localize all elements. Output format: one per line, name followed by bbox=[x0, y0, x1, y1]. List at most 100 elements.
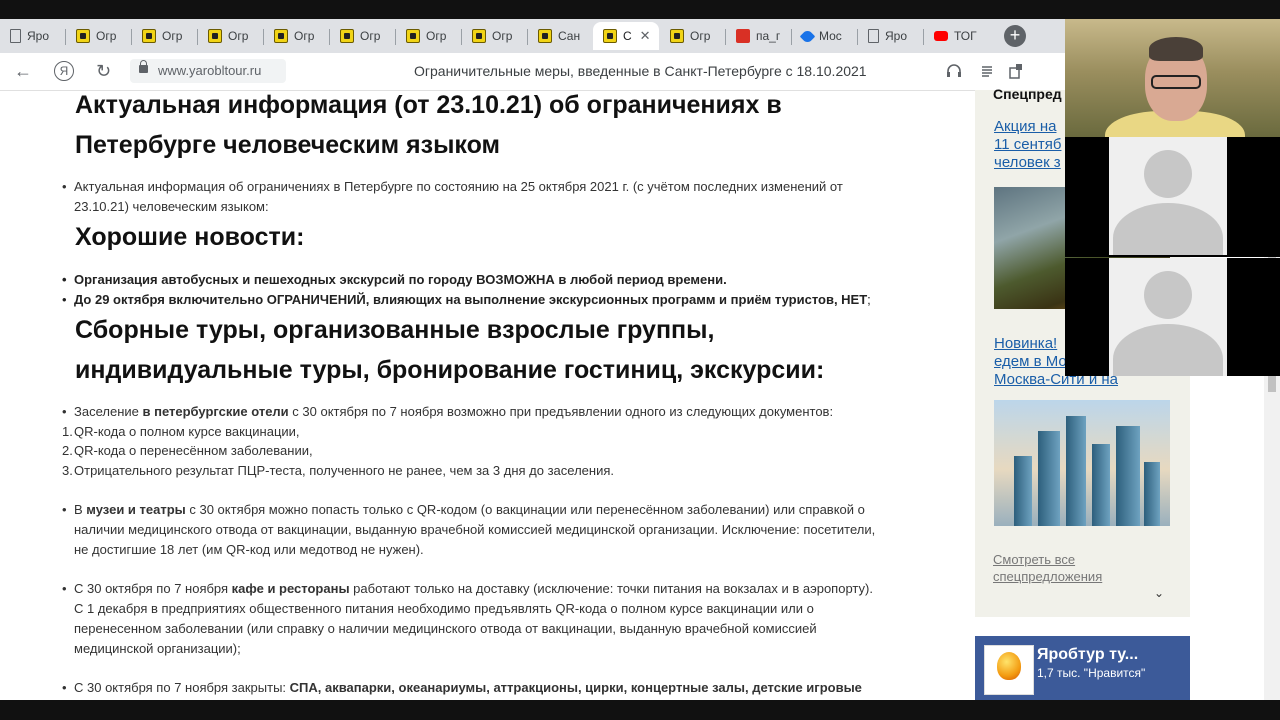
tab-label: Яро bbox=[27, 29, 50, 43]
browser-tab[interactable]: Огр bbox=[66, 22, 132, 50]
tab-label: Огр bbox=[690, 29, 711, 43]
text: Смотреть все bbox=[993, 552, 1076, 567]
participant-placeholder bbox=[1109, 258, 1227, 376]
browser-tab[interactable]: Яро bbox=[858, 22, 924, 50]
tab-label: Сан bbox=[558, 29, 581, 43]
tower-shape bbox=[1066, 416, 1086, 526]
tower-shape bbox=[1014, 456, 1032, 526]
text: спецпредложения bbox=[993, 569, 1103, 584]
bullet: • bbox=[62, 272, 67, 287]
yandex-icon[interactable]: Я bbox=[54, 61, 74, 81]
pin-icon bbox=[799, 28, 816, 44]
youtube-icon bbox=[934, 31, 948, 41]
text-line: 23.10.21) человеческим языком: bbox=[74, 199, 269, 214]
bullet: • bbox=[62, 292, 67, 307]
bold-text: в петербургские отели bbox=[142, 404, 289, 419]
browser-tab[interactable]: Мос bbox=[792, 22, 858, 50]
text: QR-кода о перенесённом заболевании, bbox=[74, 443, 313, 458]
browser-tab[interactable]: Сан bbox=[528, 22, 592, 50]
text: с 30 октября можно попасть только с QR-к… bbox=[185, 502, 865, 517]
browser-tab[interactable]: Огр bbox=[330, 22, 396, 50]
yarobltour-icon bbox=[538, 29, 552, 43]
browser-tab[interactable]: Огр bbox=[198, 22, 264, 50]
text: С 30 октября по 7 ноября закрыты: bbox=[74, 680, 290, 695]
tab-label: С bbox=[623, 29, 632, 43]
cafes-text: С 30 октября по 7 ноября кафе и ресторан… bbox=[74, 579, 944, 659]
offer-image-moscow-city[interactable] bbox=[994, 400, 1170, 526]
text: наличии медицинского отвода от вакцинаци… bbox=[74, 522, 876, 537]
fb-page-name: Яробтур ту... bbox=[1037, 646, 1139, 663]
text: С 1 декабря в предприятиях общественного… bbox=[74, 601, 814, 616]
sidebar-title: Спецпред bbox=[993, 86, 1062, 102]
browser-tab[interactable]: Огр bbox=[660, 22, 726, 50]
extensions-icon[interactable] bbox=[1008, 62, 1026, 80]
new-tab-button[interactable]: + bbox=[1004, 25, 1026, 47]
webcam-video-tile bbox=[1065, 19, 1280, 137]
text: В bbox=[74, 502, 87, 517]
close-tab-icon[interactable]: ✕ bbox=[640, 28, 651, 44]
tab-label: Огр bbox=[360, 29, 381, 43]
lock-icon bbox=[139, 60, 148, 73]
balloon-shape bbox=[997, 652, 1021, 680]
avatar-head bbox=[1144, 150, 1192, 198]
browser-tab[interactable]: Яро bbox=[0, 22, 66, 50]
heading-line: Актуальная информация (от 23.10.21) об о… bbox=[75, 91, 782, 119]
heading-line: Сборные туры, организованные взрослые гр… bbox=[75, 316, 715, 344]
numbered-item: 1. QR-кода о полном курсе вакцинации, bbox=[62, 422, 300, 442]
browser-tab[interactable]: Огр bbox=[462, 22, 528, 50]
castle-icon bbox=[736, 29, 750, 43]
headphones-icon[interactable] bbox=[946, 64, 962, 78]
closed-text: С 30 октября по 7 ноября закрыты: СПА, а… bbox=[74, 678, 944, 698]
text: Отрицательного результат ПЦР-теста, полу… bbox=[74, 463, 614, 478]
see-all-offers-link[interactable]: Смотреть все спецпредложения bbox=[993, 551, 1102, 585]
bold-text: СПА, аквапарки, океанариумы, аттракционы… bbox=[289, 680, 862, 695]
person-hair bbox=[1149, 37, 1203, 61]
tab-label: Огр bbox=[96, 29, 117, 43]
museums-text: В музеи и театры с 30 октября можно попа… bbox=[74, 500, 944, 560]
browser-tab[interactable]: па_г bbox=[726, 22, 792, 50]
tab-label: ТОГ bbox=[954, 29, 977, 43]
avatar-head bbox=[1144, 271, 1192, 319]
tab-label: па_г bbox=[756, 29, 781, 43]
page-icon bbox=[868, 29, 879, 43]
participant-video-tile bbox=[1065, 137, 1280, 257]
text: перенесенном заболевании (или справку о … bbox=[74, 621, 817, 636]
participant-placeholder bbox=[1109, 137, 1227, 255]
browser-tab[interactable]: ТОГ bbox=[924, 22, 990, 50]
participant-video-tile bbox=[1065, 258, 1280, 376]
numbered-item: 3. Отрицательного результат ПЦР-теста, п… bbox=[62, 461, 614, 481]
numbered-item: 2. QR-кода о перенесённом заболевании, bbox=[62, 441, 313, 461]
os-top-bar bbox=[0, 0, 1280, 19]
article-content: Актуальная информация (от 23.10.21) об о… bbox=[0, 90, 960, 720]
avatar-body bbox=[1113, 203, 1223, 255]
bullet: • bbox=[62, 404, 67, 419]
url-field[interactable]: www.yarobltour.ru bbox=[130, 59, 286, 83]
yarobltour-icon bbox=[76, 29, 90, 43]
intro-text: Актуальная информация об ограничениях в … bbox=[74, 177, 944, 217]
heading-line: Петербурге человеческим языком bbox=[75, 131, 501, 159]
offer-link[interactable]: Акция на 11 сентяб человек з bbox=[994, 118, 1061, 172]
browser-tab[interactable]: Огр bbox=[396, 22, 462, 50]
tower-shape bbox=[1038, 431, 1060, 526]
text: QR-кода о полном курсе вакцинации, bbox=[74, 424, 300, 439]
avatar-body bbox=[1113, 324, 1223, 376]
back-arrow-icon[interactable]: ← bbox=[14, 61, 32, 81]
tab-label: Огр bbox=[492, 29, 513, 43]
facebook-page-widget[interactable]: Яробтур ту... 1,7 тыс. "Нравится" bbox=[975, 636, 1190, 700]
reload-icon[interactable]: ↻ bbox=[96, 61, 111, 81]
chevron-down-icon[interactable]: ⌄ bbox=[1154, 586, 1164, 600]
bullet: • bbox=[62, 680, 67, 695]
browser-tab[interactable]: Огр bbox=[132, 22, 198, 50]
page-icon bbox=[10, 29, 21, 43]
text-tail: ; bbox=[867, 292, 871, 307]
yarobltour-icon bbox=[274, 29, 288, 43]
text: работают только на доставку (исключение:… bbox=[349, 581, 873, 596]
tower-shape bbox=[1116, 426, 1140, 526]
reader-mode-icon[interactable] bbox=[980, 64, 994, 78]
balloon-logo-icon bbox=[984, 645, 1034, 695]
browser-tab-active[interactable]: С ✕ bbox=[593, 22, 659, 50]
bold-text: кафе и рестораны bbox=[231, 581, 350, 596]
tab-label: Огр bbox=[228, 29, 249, 43]
browser-tab[interactable]: Огр bbox=[264, 22, 330, 50]
yarobltour-icon bbox=[670, 29, 684, 43]
